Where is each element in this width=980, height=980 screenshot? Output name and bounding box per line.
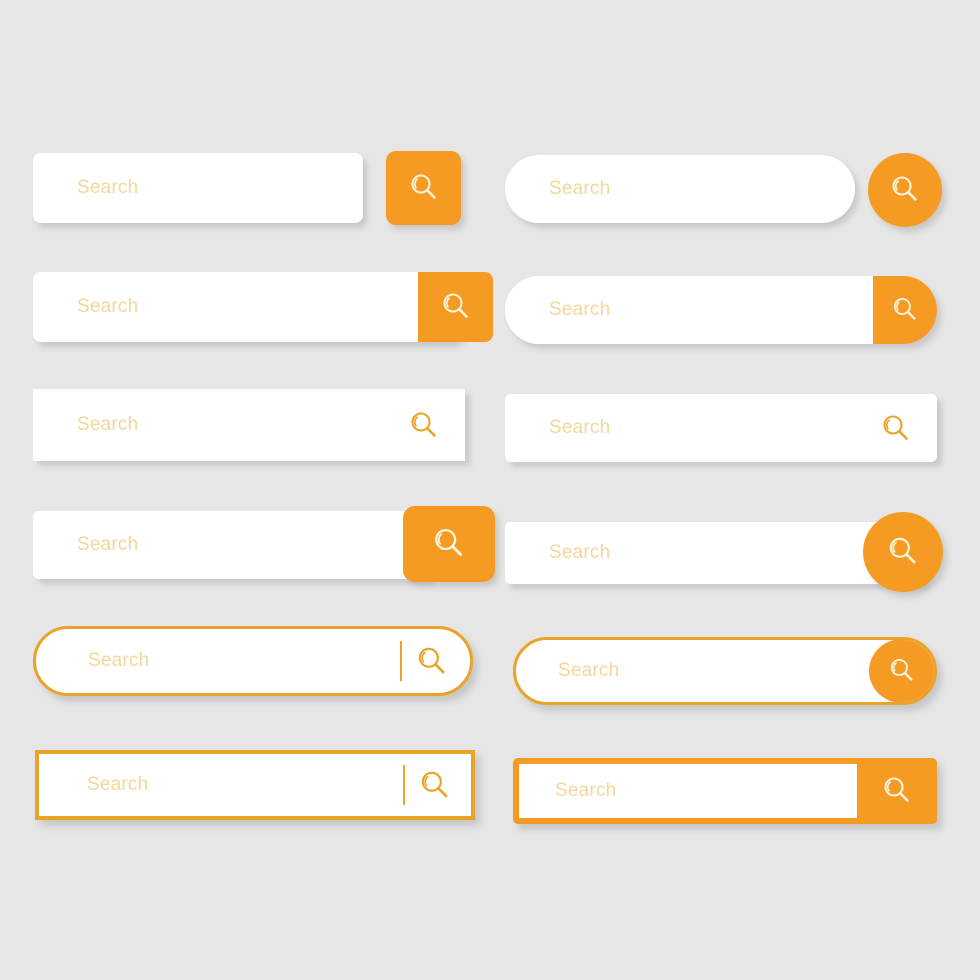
search-placeholder-3: Search	[77, 296, 139, 317]
search-divider-11	[402, 765, 405, 805]
search-placeholder-11: Search	[87, 774, 149, 795]
search-input-5[interactable]: Search	[33, 389, 465, 461]
search-button-1[interactable]	[386, 151, 461, 225]
search-input-2[interactable]: Search	[505, 155, 855, 223]
search-icon-button-9[interactable]	[412, 642, 452, 682]
search-input-6[interactable]: Search	[505, 394, 937, 462]
search-icon-button-5[interactable]	[405, 407, 443, 445]
search-placeholder-4: Search	[549, 299, 611, 320]
search-bar-7: Search	[33, 506, 495, 582]
search-button-8[interactable]	[863, 512, 943, 592]
search-button-7[interactable]	[403, 506, 495, 582]
search-button-12[interactable]	[857, 758, 937, 824]
search-input-4[interactable]: Search	[505, 276, 873, 344]
search-bar-collection: Search Search Search Search Search Searc…	[0, 0, 980, 980]
search-input-12[interactable]: Search	[519, 764, 857, 818]
search-placeholder-10: Search	[558, 660, 620, 681]
magnifier-icon	[879, 773, 915, 809]
search-input-9[interactable]: Search	[36, 629, 470, 693]
search-bar-6: Search	[505, 394, 937, 462]
search-bar-10: Search	[513, 637, 937, 705]
magnifier-icon	[406, 170, 442, 206]
search-input-8[interactable]: Search	[505, 522, 925, 584]
magnifier-icon	[406, 408, 442, 444]
search-input-3[interactable]: Search	[33, 272, 418, 342]
search-bar-12: Search	[513, 758, 937, 824]
search-input-1[interactable]: Search	[33, 153, 363, 223]
search-placeholder-8: Search	[549, 542, 611, 563]
search-input-7[interactable]: Search	[33, 511, 431, 579]
search-icon-button-11[interactable]	[415, 766, 455, 806]
magnifier-icon	[413, 643, 451, 681]
search-bar-1: Search	[33, 151, 461, 225]
search-icon-button-6[interactable]	[877, 410, 915, 448]
magnifier-icon	[889, 294, 921, 326]
search-bar-11: Search	[35, 750, 475, 820]
magnifier-icon	[429, 524, 469, 564]
magnifier-icon	[416, 767, 454, 805]
search-bar-4: Search	[505, 276, 937, 344]
search-button-3[interactable]	[418, 272, 493, 342]
search-placeholder-5: Search	[77, 414, 139, 435]
search-bar-2: Search	[505, 153, 942, 227]
magnifier-icon	[887, 172, 923, 208]
search-bar-5: Search	[33, 389, 465, 461]
search-input-11[interactable]: Search	[39, 754, 471, 816]
search-placeholder-2: Search	[549, 178, 611, 199]
search-bar-8: Search	[505, 512, 943, 592]
magnifier-icon	[884, 533, 922, 571]
search-bar-9: Search	[33, 626, 473, 696]
search-placeholder-1: Search	[77, 177, 139, 198]
search-bar-3: Search	[33, 272, 493, 342]
search-placeholder-12: Search	[555, 780, 617, 801]
magnifier-icon	[878, 411, 914, 447]
search-button-4[interactable]	[873, 276, 937, 344]
search-placeholder-6: Search	[549, 417, 611, 438]
search-placeholder-7: Search	[77, 534, 139, 555]
search-placeholder-9: Search	[88, 650, 150, 671]
search-button-2[interactable]	[868, 153, 942, 227]
search-divider-9	[399, 641, 402, 681]
magnifier-icon	[886, 655, 918, 687]
search-button-10[interactable]	[869, 640, 934, 702]
magnifier-icon	[438, 289, 474, 325]
